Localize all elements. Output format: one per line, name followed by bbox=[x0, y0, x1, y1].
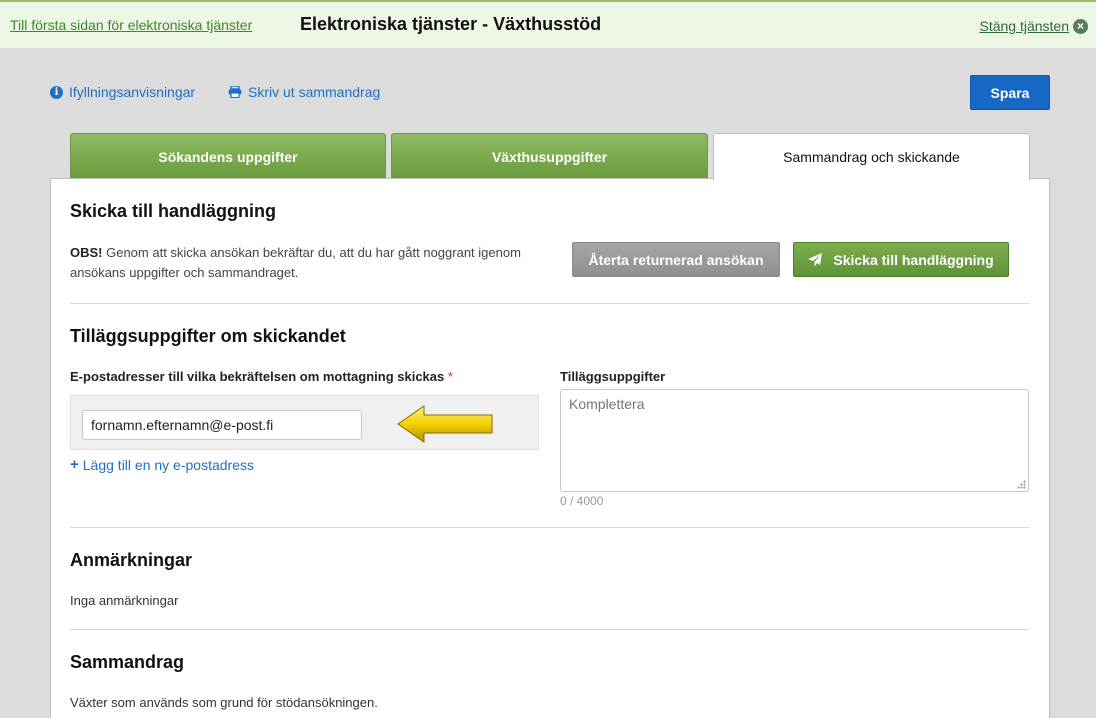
send-section-title: Skicka till handläggning bbox=[70, 201, 277, 221]
home-link[interactable]: Till första sidan för elektroniska tjäns… bbox=[10, 17, 252, 33]
tab-summary-and-send[interactable]: Sammandrag och skickande bbox=[713, 133, 1030, 180]
app-title: Elektroniska tjänster - Växthusstöd bbox=[300, 14, 602, 34]
tab-applicant-info[interactable]: Sökandens uppgifter bbox=[70, 133, 386, 179]
close-service-link[interactable]: Stäng tjänsten bbox=[979, 18, 1069, 34]
remarks-title: Anmärkningar bbox=[70, 550, 193, 570]
instructions-link[interactable]: i Ifyllningsanvisningar bbox=[50, 84, 195, 100]
restore-application-button[interactable]: Återta returnerad ansökan bbox=[572, 242, 780, 277]
add-email-label: Lägg till en ny e-postadress bbox=[82, 456, 254, 473]
send-notice: OBS! Genom att skicka ansökan bekräftar … bbox=[70, 243, 540, 283]
extra-info-textarea[interactable] bbox=[560, 389, 1029, 492]
instructions-label: Ifyllningsanvisningar bbox=[69, 84, 196, 100]
close-icon[interactable]: × bbox=[1073, 19, 1088, 34]
paper-plane-icon bbox=[808, 252, 823, 266]
tab-greenhouse-info[interactable]: Växthusuppgifter bbox=[391, 133, 708, 179]
extra-info-label: Tilläggsuppgifter bbox=[560, 369, 666, 384]
printer-icon bbox=[228, 86, 242, 98]
email-label: E-postadresser till vilka bekräftelsen o… bbox=[70, 369, 453, 384]
send-to-processing-button[interactable]: Skicka till handläggning bbox=[793, 242, 1009, 277]
divider bbox=[70, 303, 1029, 304]
divider bbox=[70, 527, 1029, 528]
top-bar: Till första sidan för elektroniska tjäns… bbox=[0, 0, 1096, 48]
arrow-left-icon bbox=[397, 405, 493, 443]
required-marker: * bbox=[447, 369, 453, 384]
extra-info-title: Tilläggsuppgifter om skickandet bbox=[70, 326, 346, 346]
summary-text: Växter som används som grund för stödans… bbox=[70, 695, 378, 710]
print-summary-link[interactable]: Skriv ut sammandrag bbox=[228, 84, 380, 100]
save-button[interactable]: Spara bbox=[970, 75, 1050, 110]
info-icon: i bbox=[50, 85, 63, 99]
notice-text: Genom att skicka ansökan bekräftar du, a… bbox=[70, 245, 521, 280]
remarks-text: Inga anmärkningar bbox=[70, 593, 179, 608]
char-counter: 0 / 4000 bbox=[560, 494, 604, 508]
divider bbox=[70, 629, 1029, 630]
email-field[interactable] bbox=[82, 410, 362, 440]
email-label-text: E-postadresser till vilka bekräftelsen o… bbox=[70, 369, 445, 384]
add-email-link[interactable]: + Lägg till en ny e-postadress bbox=[70, 456, 254, 473]
summary-title: Sammandrag bbox=[70, 652, 185, 672]
resize-grip-icon[interactable] bbox=[1017, 480, 1026, 489]
send-button-label: Skicka till handläggning bbox=[833, 251, 994, 268]
notice-bold: OBS! bbox=[70, 245, 103, 260]
print-label: Skriv ut sammandrag bbox=[248, 84, 381, 100]
plus-icon: + bbox=[70, 456, 79, 473]
